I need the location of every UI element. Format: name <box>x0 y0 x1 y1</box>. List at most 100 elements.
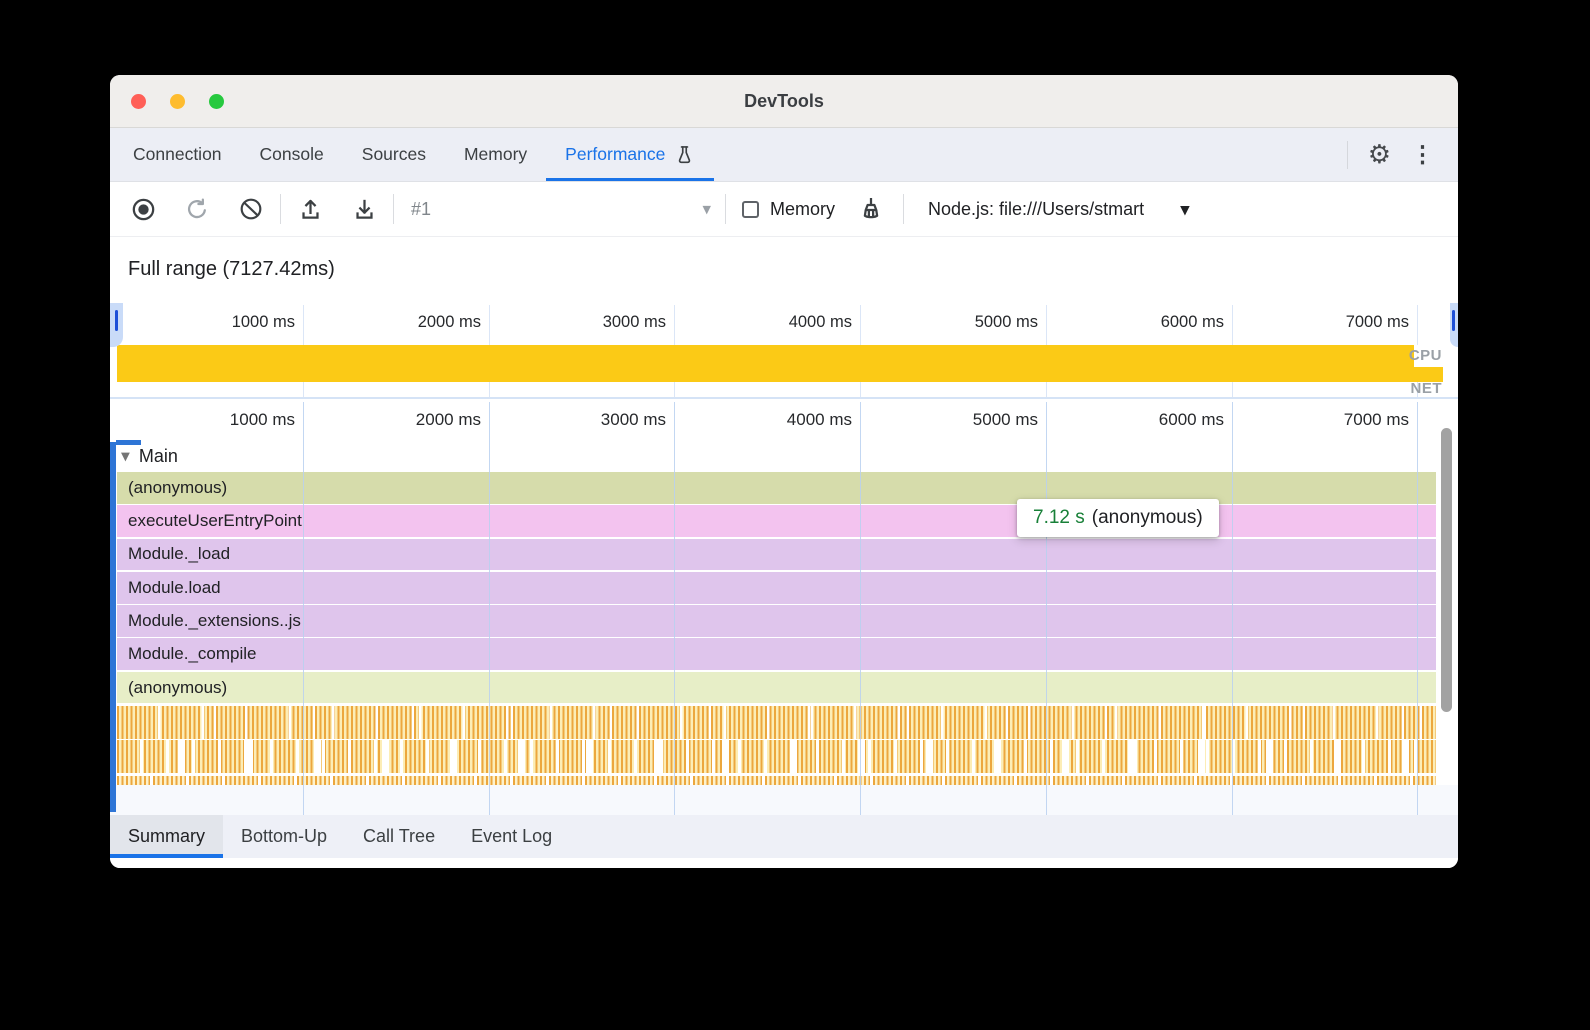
range-handle-left[interactable] <box>110 303 123 347</box>
flame-rows: (anonymous) executeUserEntryPoint Module._… <box>117 472 1436 705</box>
flame-row[interactable]: (anonymous) <box>117 672 1436 704</box>
flame-row[interactable]: Module._compile <box>117 638 1436 670</box>
ruler-tick-label: 3000 ms <box>601 410 666 430</box>
chevron-down-icon: ▼ <box>1180 202 1190 217</box>
gridline <box>1417 402 1418 815</box>
tab-strip: Connection Console Sources Memory Perfor… <box>110 128 714 181</box>
tooltip-duration: 7.12 s <box>1033 507 1085 528</box>
divider <box>1347 141 1348 169</box>
ruler-tick-label: 2000 ms <box>416 410 481 430</box>
titlebar: DevTools <box>110 75 1458 128</box>
tab-label: Performance <box>565 144 665 165</box>
handle-grip <box>1452 310 1455 331</box>
tab-performance[interactable]: Performance <box>546 128 714 181</box>
gridline <box>303 402 304 815</box>
gridline <box>1232 402 1233 815</box>
ruler-tick-label: 7000 ms <box>1344 410 1409 430</box>
flame-row-label: Module._extensions..js <box>117 611 301 631</box>
cpu-band-label: CPU <box>1409 347 1442 364</box>
ruler-tick-label: 4000 ms <box>789 313 852 332</box>
ruler-tick-label: 4000 ms <box>787 410 852 430</box>
tab-connection[interactable]: Connection <box>114 128 241 181</box>
session-select[interactable]: #1 ▼ <box>394 199 725 220</box>
tab-label: Sources <box>362 144 426 165</box>
reload-record-icon[interactable] <box>182 194 212 224</box>
flame-row-label: Module._load <box>117 544 230 564</box>
performance-toolbar: #1 ▼ Memory Node.js: file:///Users/stmar… <box>110 182 1458 237</box>
tooltip-label: (anonymous) <box>1092 507 1203 528</box>
flame-row-label: executeUserEntryPoint <box>117 511 302 531</box>
timeline-overview[interactable]: 1000 ms2000 ms3000 ms4000 ms5000 ms6000 … <box>110 303 1458 399</box>
ruler-tick-label: 1000 ms <box>232 313 295 332</box>
target-select-value: Node.js: file:///Users/stmart <box>928 199 1144 220</box>
ruler-tick-label: 1000 ms <box>230 410 295 430</box>
close-button[interactable] <box>131 94 146 109</box>
track-selection-corner <box>116 440 141 445</box>
ruler-tick-label: 3000 ms <box>603 313 666 332</box>
memory-checkbox-label[interactable]: Memory <box>770 199 835 220</box>
expander-triangle-icon[interactable]: ▼ <box>121 449 130 463</box>
ruler-tick-label: 5000 ms <box>975 313 1038 332</box>
tab-bottom-up[interactable]: Bottom-Up <box>223 815 345 858</box>
tab-summary[interactable]: Summary <box>110 815 223 858</box>
chevron-down-icon: ▼ <box>703 203 711 216</box>
clear-icon[interactable] <box>236 194 266 224</box>
full-range-label: Full range (7127.42ms) <box>128 258 335 281</box>
window-title: DevTools <box>110 91 1458 112</box>
tab-memory[interactable]: Memory <box>445 128 546 181</box>
garbage-collect-broom-icon[interactable] <box>856 194 886 224</box>
devtools-window: DevTools Connection Console Sources Memo… <box>110 75 1458 868</box>
divider <box>903 194 904 224</box>
tab-label: Bottom-Up <box>241 826 327 847</box>
activity-stripes-row-3[interactable] <box>117 776 1436 785</box>
traffic-lights <box>131 75 224 127</box>
maximize-button[interactable] <box>209 94 224 109</box>
download-profile-icon[interactable] <box>349 194 379 224</box>
tab-label: Call Tree <box>363 826 435 847</box>
main-track-label: Main <box>139 446 178 467</box>
tab-label: Summary <box>128 826 205 847</box>
flame-row[interactable]: (anonymous) <box>117 472 1436 504</box>
activity-stripes-row-2[interactable] <box>117 740 1436 773</box>
cpu-activity-band[interactable]: CPU <box>110 345 1458 382</box>
details-tabbar: Summary Bottom-Up Call Tree Event Log <box>110 815 1458 858</box>
memory-checkbox[interactable] <box>742 201 759 218</box>
vertical-scrollbar-thumb[interactable] <box>1441 428 1452 712</box>
session-select-value: #1 <box>411 199 431 220</box>
ruler-tick-label: 6000 ms <box>1159 410 1224 430</box>
flame-row[interactable]: Module.load <box>117 572 1436 604</box>
target-select[interactable]: Node.js: file:///Users/stmart ▼ <box>928 199 1190 220</box>
gridline <box>860 402 861 815</box>
flame-row[interactable]: executeUserEntryPoint <box>117 505 1436 537</box>
tab-console[interactable]: Console <box>241 128 343 181</box>
tab-call-tree[interactable]: Call Tree <box>345 815 453 858</box>
handle-grip <box>115 310 118 331</box>
settings-gear-icon[interactable]: ⚙ <box>1368 142 1391 168</box>
flame-row[interactable]: Module._extensions..js <box>117 605 1436 637</box>
ruler-tick-label: 7000 ms <box>1346 313 1409 332</box>
tab-sources[interactable]: Sources <box>343 128 445 181</box>
more-menu-icon[interactable]: ⋮ <box>1411 143 1434 166</box>
tab-event-log[interactable]: Event Log <box>453 815 570 858</box>
activity-stripes-row-1[interactable] <box>117 706 1436 739</box>
flame-chart[interactable]: 1000 ms 2000 ms 3000 ms 4000 ms 5000 ms 6000 … <box>110 402 1458 815</box>
gridline <box>674 402 675 815</box>
tab-label: Memory <box>464 144 527 165</box>
divider <box>725 194 726 224</box>
net-activity-band[interactable]: NET <box>110 382 1458 399</box>
performance-panel: Full range (7127.42ms) 1000 ms 2000 ms 300… <box>110 237 1458 868</box>
track-selection-bar <box>110 442 116 812</box>
cpu-activity-fill <box>117 345 1443 382</box>
flask-icon <box>674 144 695 166</box>
flame-row-label: Module._compile <box>117 644 257 664</box>
flame-row[interactable]: Module._load <box>117 539 1436 571</box>
flame-row-label: (anonymous) <box>117 478 227 498</box>
ruler-tick-label: 5000 ms <box>973 410 1038 430</box>
minimize-button[interactable] <box>170 94 185 109</box>
upload-profile-icon[interactable] <box>295 194 325 224</box>
ruler-tick-label: 6000 ms <box>1161 313 1224 332</box>
record-button[interactable] <box>128 194 158 224</box>
flame-empty-area <box>110 785 1458 815</box>
range-handle-right[interactable] <box>1450 303 1458 347</box>
tab-label: Event Log <box>471 826 552 847</box>
